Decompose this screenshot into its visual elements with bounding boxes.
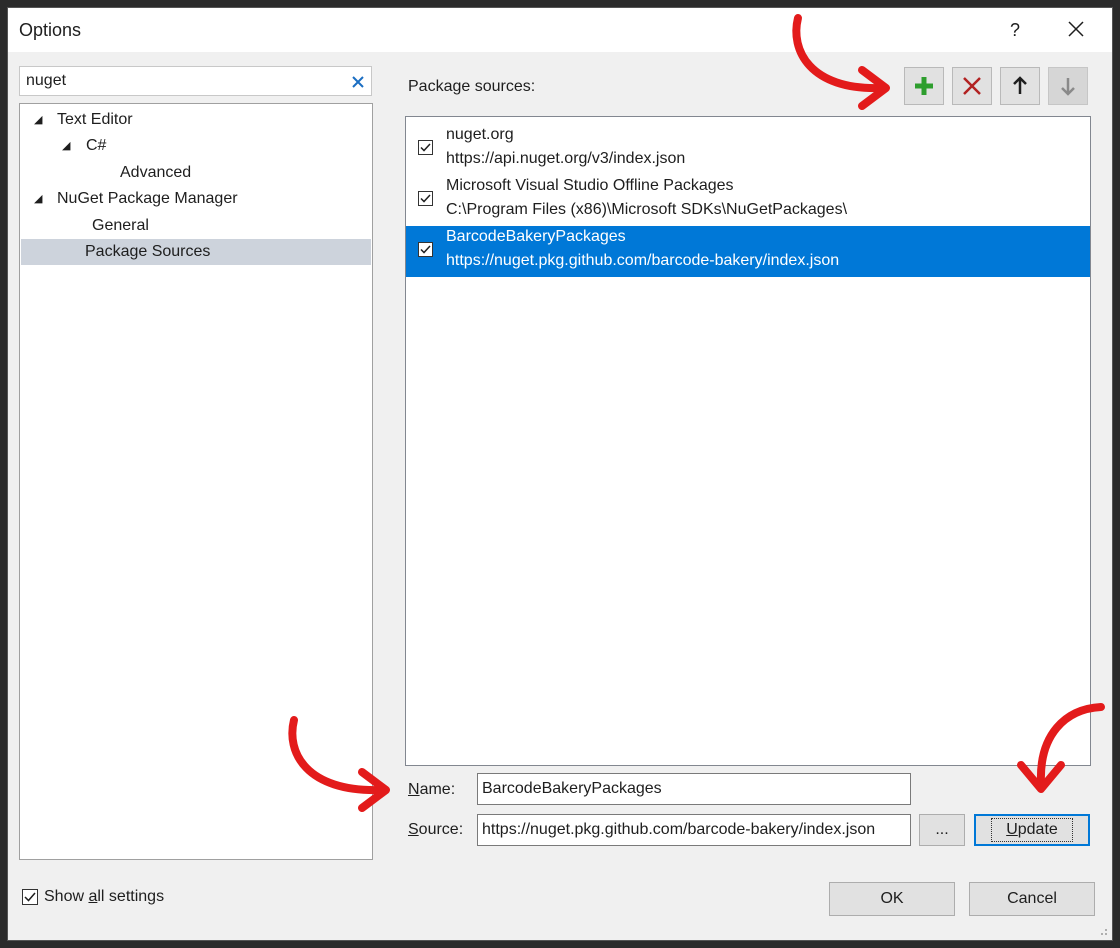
enable-source-checkbox[interactable] <box>418 191 433 206</box>
ok-button[interactable]: OK <box>829 882 955 916</box>
expanded-triangle-icon[interactable]: ◢ <box>34 186 42 212</box>
update-button[interactable]: Update <box>974 814 1090 846</box>
tree-item-general[interactable]: General <box>92 213 370 239</box>
options-tree: ◢ Text Editor ◢ C# Advanced ◢ NuGet Pack… <box>19 103 373 860</box>
enable-source-checkbox[interactable] <box>418 242 433 257</box>
source-url: C:\Program Files (x86)\Microsoft SDKs\Nu… <box>446 201 848 218</box>
show-all-settings-checkbox[interactable] <box>22 889 38 905</box>
tree-item-label: General <box>92 217 149 234</box>
x-icon <box>963 77 981 95</box>
tree-item-label: Text Editor <box>57 111 133 128</box>
list-item[interactable]: nuget.org https://api.nuget.org/v3/index… <box>406 124 1090 175</box>
checkmark-icon <box>420 194 431 203</box>
tree-item-advanced[interactable]: Advanced <box>120 160 370 186</box>
close-button[interactable] <box>1060 14 1092 46</box>
enable-source-checkbox[interactable] <box>418 140 433 155</box>
add-source-button[interactable] <box>904 67 944 105</box>
tree-item-nuget-package-manager[interactable]: ◢ NuGet Package Manager <box>34 186 370 212</box>
tree-item-text-editor[interactable]: ◢ Text Editor <box>34 107 370 133</box>
tree-item-csharp[interactable]: ◢ C# <box>62 133 370 159</box>
clear-search-icon[interactable] <box>351 70 365 94</box>
list-item[interactable]: Microsoft Visual Studio Offline Packages… <box>406 175 1090 226</box>
arrow-down-icon <box>1061 78 1075 96</box>
tree-item-package-sources[interactable]: Package Sources <box>21 239 371 265</box>
tree-item-label: C# <box>86 137 107 154</box>
arrow-up-icon <box>1013 76 1027 94</box>
name-input[interactable] <box>477 773 911 805</box>
source-label: Source: <box>408 821 464 838</box>
source-input[interactable] <box>477 814 911 846</box>
tree-item-label: Package Sources <box>85 243 211 260</box>
package-sources-label: Package sources: <box>408 78 536 95</box>
plus-icon <box>915 77 933 95</box>
name-label: Name: <box>408 781 456 798</box>
help-button[interactable]: ? <box>1003 16 1027 44</box>
search-input[interactable] <box>20 67 352 95</box>
list-item[interactable]: BarcodeBakeryPackages https://nuget.pkg.… <box>406 226 1090 277</box>
expanded-triangle-icon[interactable]: ◢ <box>34 107 42 133</box>
options-search-box <box>19 66 372 96</box>
resize-grip-icon[interactable] <box>1098 926 1108 936</box>
title-bar: Options ? <box>8 8 1112 52</box>
source-name: BarcodeBakeryPackages <box>446 228 626 245</box>
checkmark-icon <box>24 892 36 902</box>
cancel-button[interactable]: Cancel <box>969 882 1095 916</box>
close-icon <box>1068 21 1084 37</box>
show-all-settings-label: Show all settings <box>44 888 165 905</box>
move-up-button[interactable] <box>1000 67 1040 105</box>
move-down-button[interactable] <box>1048 67 1088 105</box>
tree-item-label: NuGet Package Manager <box>57 190 238 207</box>
window-title: Options <box>19 20 82 40</box>
checkmark-icon <box>420 143 431 152</box>
expanded-triangle-icon[interactable]: ◢ <box>62 133 70 159</box>
checkmark-icon <box>420 245 431 254</box>
package-sources-list: nuget.org https://api.nuget.org/v3/index… <box>405 116 1091 766</box>
tree-item-label: Advanced <box>120 164 192 181</box>
source-url: https://nuget.pkg.github.com/barcode-bak… <box>446 252 840 269</box>
remove-source-button[interactable] <box>952 67 992 105</box>
source-name: Microsoft Visual Studio Offline Packages <box>446 177 734 194</box>
browse-button[interactable]: ... <box>919 814 965 846</box>
options-dialog: Options ? ◢ Text Editor ◢ C# Advanced ◢ … <box>7 7 1113 941</box>
source-name: nuget.org <box>446 126 514 143</box>
source-url: https://api.nuget.org/v3/index.json <box>446 150 686 167</box>
